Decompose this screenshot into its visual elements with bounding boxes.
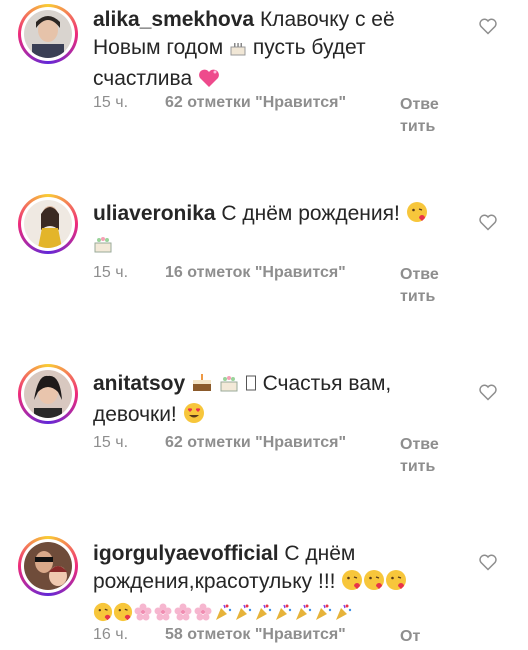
heart-outline-icon[interactable] <box>478 212 498 232</box>
face-blowing-kiss-emoji-icon <box>363 569 385 599</box>
missing-glyph-icon <box>245 373 257 401</box>
heart-eyes-emoji-icon <box>183 402 205 432</box>
heart-outline-icon[interactable] <box>478 552 498 572</box>
reply-button[interactable]: Ответить <box>400 264 440 308</box>
avatar-photo <box>24 200 72 248</box>
comment-text: anitatsoy Счастья вам, девочки! <box>93 370 433 432</box>
avatar-photo <box>24 370 72 418</box>
comment-timestamp: 15 ч. <box>93 264 129 281</box>
comment-username[interactable]: alika_smekhova <box>93 8 254 31</box>
reply-button[interactable]: Ответить <box>400 94 440 138</box>
heart-outline-icon[interactable] <box>478 16 498 36</box>
face-blowing-kiss-emoji-icon <box>385 569 407 599</box>
birthday-cake-emoji-icon <box>93 234 113 262</box>
avatar-photo <box>24 10 72 58</box>
comment-like-count[interactable]: 58 отметок "Нравится" <box>165 626 346 644</box>
comment-text: igorgulyaevofficial С днём рождения,крас… <box>93 540 433 630</box>
avatar[interactable] <box>18 536 78 596</box>
comment-timestamp: 16 ч. <box>93 626 129 643</box>
comment-text: alika_smekhova Клавочку с её Новым годом… <box>93 6 433 96</box>
avatar-photo <box>24 542 72 590</box>
comment-username[interactable]: anitatsoy <box>93 372 185 395</box>
emoji-row <box>93 601 353 624</box>
comment-like-count[interactable]: 16 отметок "Нравится" <box>165 264 346 282</box>
sparkling-heart-emoji-icon <box>198 68 220 96</box>
heart-outline-icon[interactable] <box>478 382 498 402</box>
cake-emoji-icon <box>219 373 239 401</box>
comment-username[interactable]: uliaveronika <box>93 202 216 225</box>
avatar[interactable] <box>18 364 78 424</box>
birthday-cake-emoji-icon <box>229 37 247 65</box>
comment-text: uliaveronika С днём рождения! <box>93 200 433 262</box>
comment-like-count[interactable]: 62 отметки "Нравится" <box>165 434 346 452</box>
avatar[interactable] <box>18 4 78 64</box>
face-blowing-kiss-emoji-icon <box>341 569 363 599</box>
cherry-blossom-emoji-icon <box>133 602 153 630</box>
birthday-cake-emoji-icon <box>191 373 213 401</box>
avatar[interactable] <box>18 194 78 254</box>
face-blowing-kiss-emoji-icon <box>406 201 428 231</box>
comment-body: С днём рождения! <box>221 202 400 225</box>
reply-button[interactable]: Ответить <box>400 434 440 478</box>
comment-timestamp: 15 ч. <box>93 434 129 451</box>
comment-username[interactable]: igorgulyaevofficial <box>93 542 279 565</box>
comment-timestamp: 15 ч. <box>93 94 129 111</box>
comment-like-count[interactable]: 62 отметки "Нравится" <box>165 94 346 112</box>
reply-button[interactable]: От <box>400 626 440 648</box>
